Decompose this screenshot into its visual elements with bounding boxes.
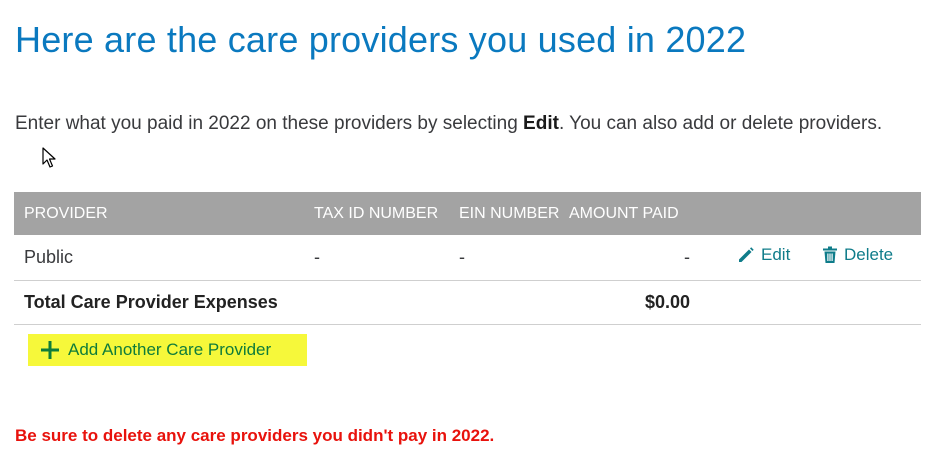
column-header-provider: PROVIDER bbox=[24, 204, 108, 222]
trash-icon bbox=[823, 246, 837, 264]
amount-paid-value: - bbox=[684, 246, 690, 267]
intro-text-start: Enter what you paid in 2022 on these pro… bbox=[15, 113, 524, 134]
intro-text: Enter what you paid in 2022 on these pro… bbox=[15, 107, 895, 141]
plus-icon bbox=[41, 341, 59, 359]
column-header-delete-blank bbox=[810, 192, 921, 235]
total-label: Total Care Provider Expenses bbox=[24, 291, 278, 312]
column-header-ein: EIN NUMBER bbox=[459, 204, 560, 222]
mouse-pointer-icon bbox=[42, 147, 56, 168]
table-header-row: PROVIDER TAX ID NUMBER EIN NUMBER AMOUNT… bbox=[14, 192, 921, 235]
total-row: Total Care Provider Expenses $0.00 bbox=[14, 280, 921, 324]
pencil-icon bbox=[739, 247, 754, 263]
intro-edit-emphasis: Edit bbox=[523, 113, 559, 134]
provider-name: Public bbox=[24, 246, 74, 267]
total-blank-1 bbox=[304, 280, 449, 324]
add-another-provider-label: Add Another Care Provider bbox=[68, 340, 272, 359]
total-blank-3 bbox=[720, 280, 810, 324]
total-blank-2 bbox=[449, 280, 569, 324]
delete-label: Delete bbox=[844, 245, 894, 265]
providers-table: PROVIDER TAX ID NUMBER EIN NUMBER AMOUNT… bbox=[14, 192, 921, 325]
delete-cell: Delete bbox=[810, 235, 921, 280]
page-title: Here are the care providers you used in … bbox=[15, 19, 747, 60]
tax-id-value: - bbox=[314, 246, 320, 267]
delete-warning: Be sure to delete any care providers you… bbox=[15, 426, 495, 445]
add-another-provider-button[interactable]: Add Another Care Provider bbox=[28, 334, 307, 366]
column-header-edit-blank bbox=[720, 192, 810, 235]
intro-text-end: . You can also add or delete providers. bbox=[558, 113, 883, 134]
ein-value: - bbox=[459, 246, 465, 267]
total-blank-4 bbox=[810, 280, 921, 324]
delete-button[interactable]: Delete bbox=[822, 245, 893, 265]
edit-button[interactable]: Edit bbox=[737, 245, 790, 265]
total-amount: $0.00 bbox=[644, 291, 690, 312]
edit-cell: Edit bbox=[720, 235, 810, 280]
column-header-tax-id: TAX ID NUMBER bbox=[314, 204, 439, 222]
column-header-amount: AMOUNT PAID bbox=[569, 204, 679, 222]
table-row: Public - - - Edit Delete bbox=[14, 235, 921, 280]
edit-label: Edit bbox=[761, 245, 791, 265]
